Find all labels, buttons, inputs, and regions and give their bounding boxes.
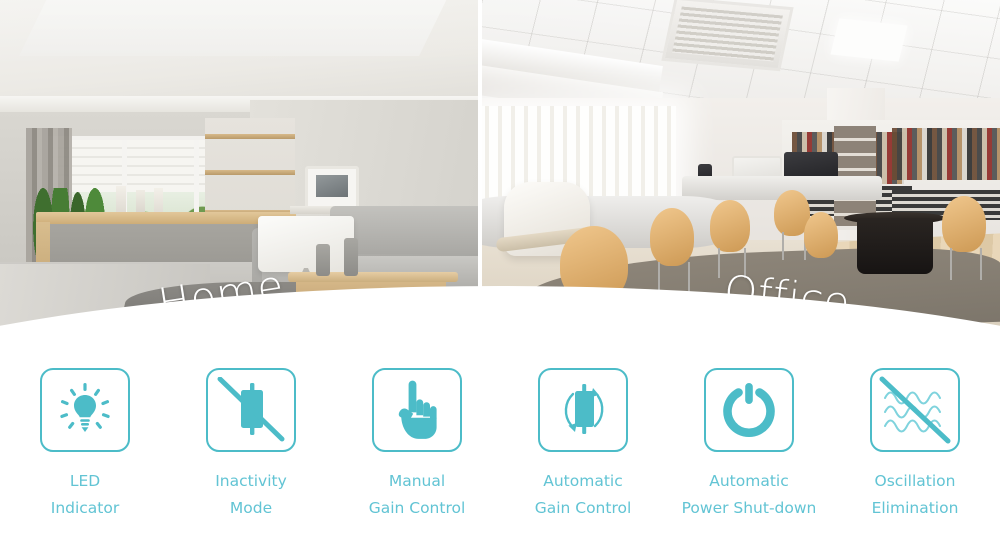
feature-label-line1: Automatic [543,472,623,490]
ceiling-ac-vent [661,0,794,72]
feature-label: Inactivity Mode [215,468,287,521]
feature-label-line1: Inactivity [215,472,287,490]
ceiling-inset [19,0,461,56]
round-table [857,218,933,274]
pointing-hand-icon [398,380,437,439]
feature-label-line1: Oscillation [874,472,956,490]
feature-label-line1: Automatic [709,472,789,490]
ceiling-panel-light [830,18,908,62]
feature-label: Automatic Gain Control [535,468,632,521]
feature-label-line2: Elimination [871,498,959,517]
coffee-table-top [288,272,458,282]
automatic-gain-icon [564,384,604,434]
feature-label: Manual Gain Control [369,468,466,521]
feature-icon-box[interactable] [704,368,794,452]
feature-label-line2: Gain Control [534,498,632,517]
feature-item-led-indicator[interactable]: LED Indicator [2,368,168,521]
bottom-right-corner-fill [940,330,1000,370]
feature-item-automatic-gain-control[interactable]: Automatic Gain Control [500,368,666,521]
feature-icon-box[interactable] [538,368,628,452]
oscillation-elimination-icon [879,376,951,444]
feature-icon-box[interactable] [870,368,960,452]
feature-label: LED Indicator [51,468,120,521]
chair-leg [718,248,720,278]
feature-icon-box[interactable] [40,368,130,452]
feature-label-line2: Indicator [50,498,120,517]
product-feature-banner: Home Office LED Indicator Inactivity Mod… [0,0,1000,538]
feature-label-line1: Manual [388,472,446,490]
feature-label: Automatic Power Shut-down [682,468,817,521]
decor-bottles [116,186,170,214]
shelf [205,134,295,139]
feature-item-manual-gain-control[interactable]: Manual Gain Control [334,368,500,521]
wooden-chair [650,208,694,266]
feature-list: LED Indicator Inactivity Mode Manual Gai… [0,368,1000,538]
chair-leg [782,232,784,260]
shelf [205,170,295,175]
photo-divider [478,0,482,330]
feature-label-line2: Mode [229,498,273,517]
monitor [305,166,359,210]
wooden-chair [942,196,986,252]
power-icon [723,383,775,438]
wooden-chair [710,200,750,252]
feature-label-line1: LED [69,472,101,490]
feature-label-line2: Gain Control [368,498,466,517]
feature-icon-box[interactable] [206,368,296,452]
feature-label-line2: Power Shut-down [681,498,817,517]
feature-label: Oscillation Elimination [872,468,959,521]
chair-leg [950,248,952,280]
feature-item-inactivity-mode[interactable]: Inactivity Mode [168,368,334,521]
lightbulb-icon [60,383,110,432]
bottom-left-corner-fill [0,330,60,370]
inactivity-mode-icon [217,377,285,442]
feature-icon-box[interactable] [372,368,462,452]
material-samples [892,128,1000,180]
feature-item-automatic-power-shutdown[interactable]: Automatic Power Shut-down [666,368,832,521]
hero-image-band: Home Office [0,0,1000,330]
vase [344,238,358,276]
vase [316,244,330,276]
feature-item-oscillation-elimination[interactable]: Oscillation Elimination [832,368,998,521]
chair-leg [980,248,982,280]
wooden-chair [804,212,838,258]
